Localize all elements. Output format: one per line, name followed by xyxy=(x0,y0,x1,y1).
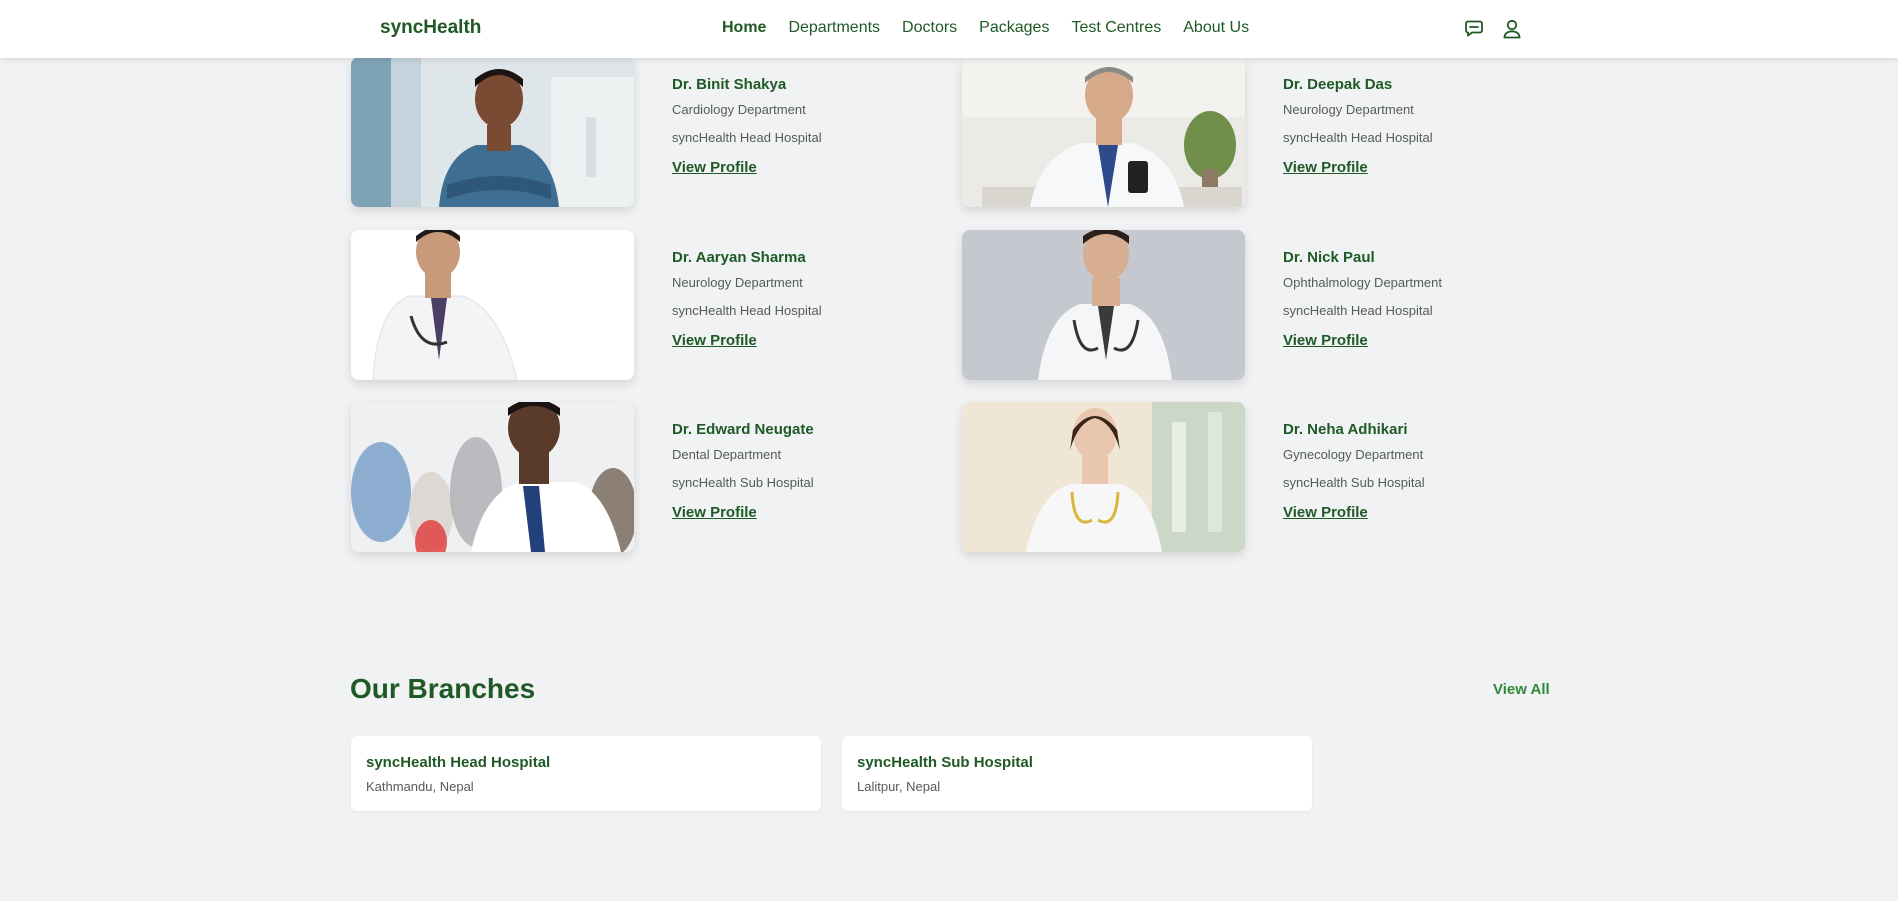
doctor-card: Dr. Deepak Das Neurology Department sync… xyxy=(962,57,1562,207)
doctor-name: Dr. Aaryan Sharma xyxy=(672,249,806,266)
doctor-hospital: syncHealth Head Hospital xyxy=(672,303,822,318)
branch-name: syncHealth Head Hospital xyxy=(366,754,551,771)
doctor-card: Dr. Neha Adhikari Gynecology Department … xyxy=(962,402,1562,552)
doctor-name: Dr. Neha Adhikari xyxy=(1283,421,1408,438)
view-profile-link[interactable]: View Profile xyxy=(1283,332,1368,349)
view-profile-link[interactable]: View Profile xyxy=(672,504,757,521)
user-icon[interactable] xyxy=(1500,17,1524,41)
nav-doctors[interactable]: Doctors xyxy=(902,19,957,37)
main-nav: Home Departments Doctors Packages Test C… xyxy=(722,19,1271,37)
doctor-name: Dr. Deepak Das xyxy=(1283,76,1393,93)
doctor-hospital: syncHealth Head Hospital xyxy=(1283,130,1433,145)
doctor-hospital: syncHealth Head Hospital xyxy=(1283,303,1433,318)
chat-icon[interactable] xyxy=(1462,17,1486,41)
doctor-name: Dr. Nick Paul xyxy=(1283,249,1375,266)
doctor-card: Dr. Edward Neugate Dental Department syn… xyxy=(351,402,951,552)
doctor-hospital: syncHealth Sub Hospital xyxy=(672,475,814,490)
top-navigation-bar: syncHealth Home Departments Doctors Pack… xyxy=(0,0,1898,58)
doctor-hospital: syncHealth Head Hospital xyxy=(672,130,822,145)
doctor-department: Neurology Department xyxy=(1283,102,1414,117)
view-profile-link[interactable]: View Profile xyxy=(1283,159,1368,176)
doctor-photo xyxy=(962,402,1245,552)
doctor-department: Dental Department xyxy=(672,447,782,462)
nav-about-us[interactable]: About Us xyxy=(1183,19,1249,37)
doctor-department: Ophthalmology Department xyxy=(1283,275,1442,290)
doctor-card: Dr. Nick Paul Ophthalmology Department s… xyxy=(962,230,1562,380)
doctor-department: Cardiology Department xyxy=(672,102,806,117)
doctor-photo xyxy=(351,57,634,207)
view-profile-link[interactable]: View Profile xyxy=(672,332,757,349)
header-actions xyxy=(1462,17,1524,41)
branch-location: Kathmandu, Nepal xyxy=(366,779,474,794)
branch-card[interactable]: syncHealth Sub Hospital Lalitpur, Nepal xyxy=(842,736,1312,811)
doctor-department: Gynecology Department xyxy=(1283,447,1424,462)
view-all-branches-link[interactable]: View All xyxy=(1493,681,1550,698)
nav-packages[interactable]: Packages xyxy=(979,19,1049,37)
doctor-name: Dr. Edward Neugate xyxy=(672,421,814,438)
view-profile-link[interactable]: View Profile xyxy=(672,159,757,176)
doctor-photo xyxy=(351,230,634,380)
branch-card[interactable]: syncHealth Head Hospital Kathmandu, Nepa… xyxy=(351,736,821,811)
doctor-hospital: syncHealth Sub Hospital xyxy=(1283,475,1425,490)
doctor-name: Dr. Binit Shakya xyxy=(672,76,787,93)
brand-logo[interactable]: syncHealth xyxy=(380,17,481,39)
doctor-photo xyxy=(351,402,634,552)
nav-test-centres[interactable]: Test Centres xyxy=(1071,19,1161,37)
doctor-photo xyxy=(962,230,1245,380)
view-profile-link[interactable]: View Profile xyxy=(1283,504,1368,521)
doctor-card: Dr. Binit Shakya Cardiology Department s… xyxy=(351,57,951,207)
doctor-department: Neurology Department xyxy=(672,275,803,290)
branch-location: Lalitpur, Nepal xyxy=(857,779,941,794)
nav-departments[interactable]: Departments xyxy=(788,19,880,37)
nav-home[interactable]: Home xyxy=(722,19,766,37)
doctor-card: Dr. Aaryan Sharma Neurology Department s… xyxy=(351,230,951,380)
doctor-photo xyxy=(962,57,1245,207)
branch-name: syncHealth Sub Hospital xyxy=(857,754,1033,771)
branches-section-title: Our Branches xyxy=(350,673,536,704)
